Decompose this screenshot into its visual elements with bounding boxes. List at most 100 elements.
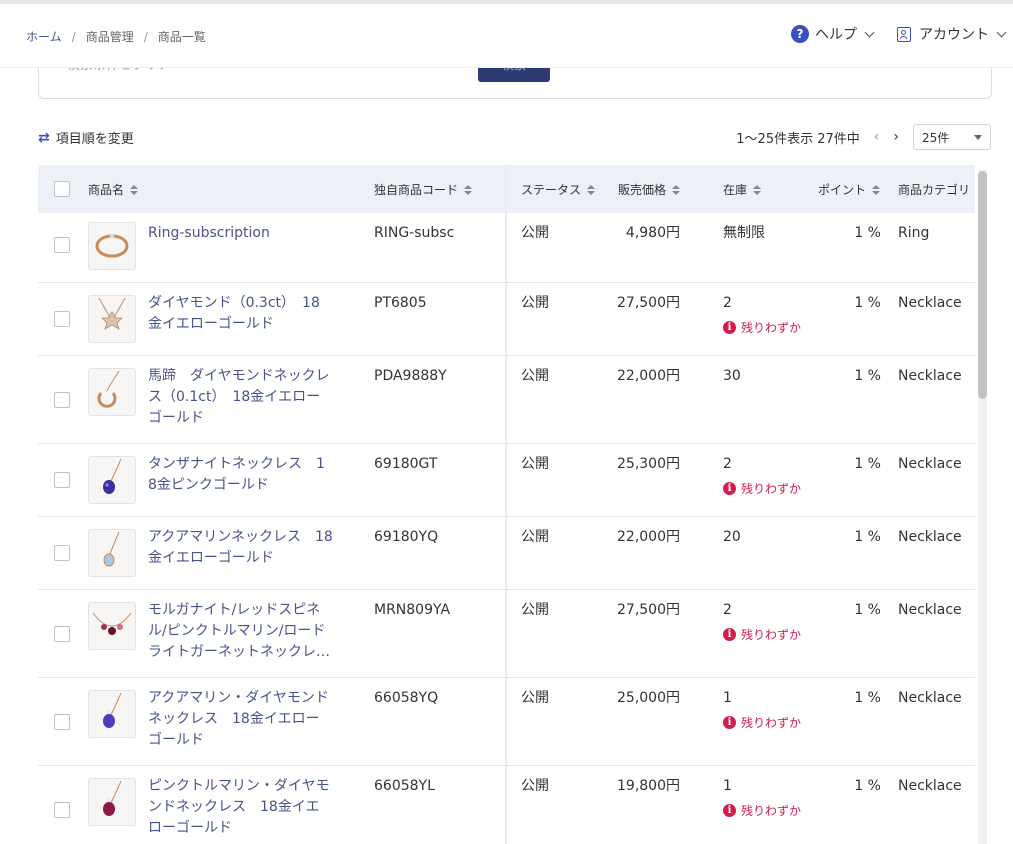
per-page-select[interactable]: 25件 (913, 124, 991, 150)
column-header-status[interactable]: ステータス (521, 181, 596, 198)
product-stock: 20 (723, 529, 741, 545)
product-name-link[interactable]: タンザナイトネックレス 18金ピンクゴールド (148, 454, 333, 496)
app-header: ホーム / 商品管理 / 商品一覧 ? ヘルプ アカウント (0, 4, 1013, 68)
help-icon: ? (791, 25, 809, 43)
product-stock: 30 (723, 368, 741, 384)
low-stock-warning: i 残りわずか (723, 480, 801, 497)
product-category: Necklace (898, 690, 962, 706)
product-stock: 2 (723, 602, 732, 618)
reorder-columns-button[interactable]: ⇄ 項目順を変更 (38, 128, 134, 148)
product-thumbnail-ring[interactable] (88, 222, 136, 270)
product-status: 公開 (521, 368, 549, 384)
product-name-link[interactable]: モルガナイト/レッドスピネル/ピンクトルマリン/ロードライトガーネットネックレ… (148, 600, 333, 663)
product-stock: 1 (723, 690, 732, 706)
table-scrollbar[interactable] (978, 169, 987, 844)
product-thumbnail-necklace[interactable] (88, 529, 136, 577)
account-menu[interactable]: アカウント (897, 24, 1007, 44)
next-page-icon[interactable]: › (893, 129, 899, 145)
product-name-link[interactable]: ピンクトルマリン・ダイヤモンドネックレス 18金イエローゴールド (148, 776, 333, 839)
low-stock-label: 残りわずか (741, 716, 802, 730)
row-checkbox[interactable] (54, 237, 70, 253)
column-label: 商品カテゴリ (898, 183, 971, 197)
product-thumbnail-necklace[interactable] (88, 456, 136, 504)
product-name-link[interactable]: ダイヤモンド（0.3ct） 18金イエローゴールド (148, 293, 333, 335)
low-stock-label: 残りわずか (741, 482, 802, 496)
help-menu[interactable]: ? ヘルプ (791, 24, 875, 44)
table-row[interactable]: アクアマリン・ダイヤモンドネックレス 18金イエローゴールド 66058YQ 公… (38, 678, 975, 766)
table-row[interactable]: Ring-subscription RING-subsc 公開 4,980円 無… (38, 213, 975, 283)
low-stock-warning: i 残りわずか (723, 319, 801, 336)
pagination: 1〜25件表示 27件中 ‹ › 25件 (736, 124, 991, 150)
info-icon: i (723, 482, 736, 495)
low-stock-label: 残りわずか (741, 628, 802, 642)
product-category: Ring (898, 225, 930, 241)
product-thumbnail-necklace[interactable] (88, 690, 136, 738)
column-header-code[interactable]: 独自商品コード (374, 181, 473, 198)
row-checkbox[interactable] (54, 472, 70, 488)
product-category: Necklace (898, 456, 962, 472)
info-icon: i (723, 321, 736, 334)
column-header-category[interactable]: 商品カテゴリ (898, 181, 970, 198)
column-header-stock[interactable]: 在庫 (723, 181, 762, 198)
column-label: 販売価格 (618, 183, 667, 197)
product-code: RING-subsc (374, 225, 455, 241)
scrollbar-thumb[interactable] (978, 171, 987, 399)
select-all-checkbox[interactable] (54, 181, 70, 197)
table-row[interactable]: アクアマリンネックレス 18金イエローゴールド 69180YQ 公開 22,00… (38, 517, 975, 590)
row-checkbox[interactable] (54, 714, 70, 730)
reorder-label: 項目順を変更 (55, 132, 134, 147)
product-stock: 2 (723, 456, 732, 472)
product-category: Necklace (898, 529, 962, 545)
product-status: 公開 (521, 225, 549, 241)
result-range: 1〜25件表示 27件中 (736, 131, 860, 147)
caret-down-icon (974, 134, 982, 140)
table-row[interactable]: 馬蹄 ダイヤモンドネックレス（0.1ct） 18金イエローゴールド PDA988… (38, 356, 975, 444)
row-checkbox[interactable] (54, 626, 70, 642)
product-name-link[interactable]: アクアマリンネックレス 18金イエローゴールド (148, 527, 333, 569)
product-point: 1 % (854, 529, 881, 545)
product-price: 22,000円 (617, 529, 680, 545)
column-label: 独自商品コード (374, 183, 459, 197)
table-row[interactable]: モルガナイト/レッドスピネル/ピンクトルマリン/ロードライトガーネットネックレ…… (38, 590, 975, 678)
chevron-down-icon (996, 27, 1007, 37)
product-name-link[interactable]: アクアマリン・ダイヤモンドネックレス 18金イエローゴールド (148, 688, 333, 751)
product-thumbnail-necklace[interactable] (88, 778, 136, 826)
product-point: 1 % (854, 456, 881, 472)
product-price: 27,500円 (617, 602, 680, 618)
table-row[interactable]: タンザナイトネックレス 18金ピンクゴールド 69180GT 公開 25,300… (38, 444, 975, 517)
prev-page-icon[interactable]: ‹ (874, 129, 880, 145)
breadcrumb-home[interactable]: ホーム (26, 28, 62, 45)
product-stock: 無制限 (723, 225, 765, 241)
table-row[interactable]: ダイヤモンド（0.3ct） 18金イエローゴールド PT6805 公開 27,5… (38, 283, 975, 356)
product-point: 1 % (854, 368, 881, 384)
column-header-price[interactable]: 販売価格 (618, 181, 681, 198)
column-header-point[interactable]: ポイント (818, 181, 881, 198)
product-code: PDA9888Y (374, 368, 447, 384)
sort-icon (130, 184, 139, 195)
product-code: 69180GT (374, 456, 438, 472)
product-point: 1 % (854, 602, 881, 618)
row-checkbox[interactable] (54, 311, 70, 327)
sort-icon (872, 184, 881, 195)
column-header-name[interactable]: 商品名 (88, 181, 139, 198)
product-name-link[interactable]: 馬蹄 ダイヤモンドネックレス（0.1ct） 18金イエローゴールド (148, 366, 333, 429)
low-stock-label: 残りわずか (741, 804, 802, 818)
low-stock-warning: i 残りわずか (723, 802, 801, 819)
row-checkbox[interactable] (54, 545, 70, 561)
row-checkbox[interactable] (54, 802, 70, 818)
breadcrumb-section[interactable]: 商品管理 (86, 28, 134, 45)
product-name-link[interactable]: Ring-subscription (148, 223, 333, 244)
per-page-value: 25件 (922, 130, 950, 145)
product-thumbnail-necklace[interactable] (88, 602, 136, 650)
header-menu: ? ヘルプ アカウント (767, 24, 1007, 44)
product-thumbnail-necklace[interactable] (88, 295, 136, 343)
help-label: ヘルプ (815, 27, 857, 43)
product-category: Necklace (898, 778, 962, 794)
product-thumbnail-necklace[interactable] (88, 368, 136, 416)
product-table: 商品名 独自商品コード ステータス 販売価格 在庫 ポイント 商品カテゴリ Ri… (38, 165, 975, 844)
product-status: 公開 (521, 778, 549, 794)
product-price: 22,000円 (617, 368, 680, 384)
table-row[interactable]: ピンクトルマリン・ダイヤモンドネックレス 18金イエローゴールド 66058YL… (38, 766, 975, 844)
sort-icon (587, 184, 596, 195)
row-checkbox[interactable] (54, 392, 70, 408)
